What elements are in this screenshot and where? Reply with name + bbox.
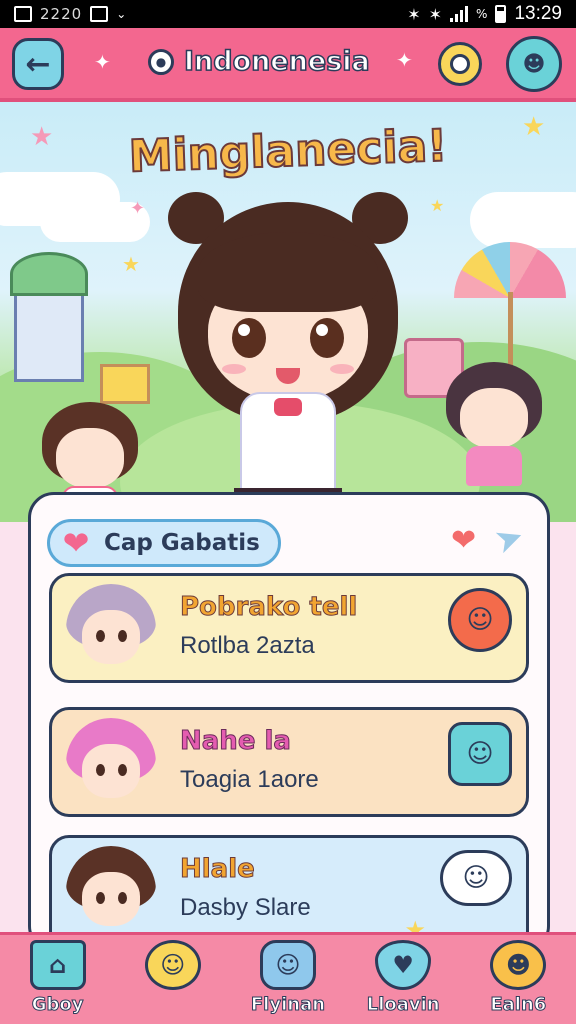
list-item[interactable]: Nahe la Toagia 1aore ☺ <box>49 707 529 817</box>
nav-label: Flyinan <box>250 993 326 1015</box>
eye <box>310 318 344 358</box>
card-name: Pobrako tell <box>179 592 358 623</box>
eye <box>96 764 105 776</box>
title-group: ● Indonenesia <box>148 45 371 78</box>
bear-icon: ☻ <box>490 939 547 990</box>
section-header[interactable]: ❤ Cap Gabatis <box>47 519 281 567</box>
smiley-face-icon: ☻ <box>522 51 546 77</box>
avatar <box>66 584 156 674</box>
mouth <box>276 368 300 384</box>
bottom-nav: ⌂ Gboy ☺ ☺ Flyinan ♥ Lloavin ☻ Ealn6 <box>0 932 576 1024</box>
bangs <box>198 232 378 312</box>
character-face <box>82 872 140 926</box>
nav-label: Ealn6 <box>490 993 547 1015</box>
character-face <box>82 610 140 664</box>
location-icon: ● <box>148 48 174 75</box>
nav-item-favorites[interactable]: ♥ Lloavin <box>353 936 453 1024</box>
hero-title: Minglanecia! <box>127 119 449 183</box>
card-name: Hlale <box>180 854 256 885</box>
search-button[interactable] <box>438 42 482 86</box>
castle-tower <box>14 282 84 382</box>
star-icon: ★ <box>430 196 445 215</box>
section-title: Cap Gabatis <box>104 530 260 556</box>
content-panel: ❤ Cap Gabatis ❤ ➤ Pobrako tell Rotlba 2a… <box>28 492 550 952</box>
eye <box>96 630 105 642</box>
avatar <box>66 846 156 936</box>
status-right: ✶ ✶ % 13:29 <box>407 3 562 25</box>
character-face <box>82 744 140 798</box>
heart-icon: ❤ <box>62 524 90 562</box>
blush <box>222 364 246 374</box>
hero-banner: ★ ★ ★ ✦ ★ Minglanecia! <box>0 102 576 522</box>
character-face <box>460 388 528 448</box>
eye <box>118 764 127 776</box>
list-item[interactable]: Pobrako tell Rotlba 2azta ☺ <box>49 573 529 683</box>
percent-icon: % <box>476 7 488 21</box>
battery-icon <box>495 5 507 23</box>
back-button[interactable]: ← <box>12 38 64 90</box>
eye <box>118 892 127 904</box>
avatar <box>66 718 156 808</box>
chat-icon: ☺ <box>259 939 316 990</box>
page-title: Indonenesia <box>183 45 370 78</box>
star-icon: ★ <box>30 122 54 152</box>
clock: 13:29 <box>514 3 562 24</box>
gazebo <box>100 364 150 404</box>
status-text: 2220 <box>40 5 83 23</box>
heart-icon: ❤ <box>451 523 477 558</box>
cloud <box>470 192 576 248</box>
eye <box>118 630 127 642</box>
character-body <box>466 446 522 486</box>
arrow-left-icon: ← <box>25 46 51 82</box>
sparkle-icon-2: ✦ <box>396 48 413 72</box>
signal-icon <box>450 6 469 22</box>
blush <box>330 364 354 374</box>
bluetooth-icon-2: ✶ <box>428 4 443 24</box>
side-character-right <box>446 362 542 486</box>
gallery-icon <box>14 6 32 22</box>
search-icon <box>450 54 470 74</box>
star-icon: ✦ <box>130 198 146 219</box>
castle-roof <box>10 252 88 296</box>
card-subtitle: Toagia 1aore <box>180 766 319 793</box>
star-icon: ★ <box>122 252 140 276</box>
nav-label: Lloavin <box>366 993 440 1015</box>
paper-plane-icon: ➤ <box>489 515 530 563</box>
chat-bubble-icon: ☺ <box>448 722 512 786</box>
card-name: Nahe la <box>180 726 292 757</box>
bluetooth-icon: ✶ <box>407 4 421 24</box>
friends-icon: ☺ <box>144 939 201 990</box>
profile-button[interactable]: ☻ <box>506 36 562 92</box>
heart-icon: ♥ <box>375 939 432 990</box>
status-bar: 2220 ⌄ ✶ ✶ % 13:29 <box>0 0 576 28</box>
eye <box>232 318 266 358</box>
cloud-face-icon: ☺ <box>440 850 512 906</box>
nav-item-home[interactable]: ⌂ Gboy <box>8 936 108 1024</box>
card-subtitle: Rotlba 2azta <box>180 632 315 659</box>
tomato-face-icon: ☺ <box>448 588 512 652</box>
chevron-down-icon: ⌄ <box>116 7 127 21</box>
app-header: ← ✦ ● Indonenesia ✦ ☻ <box>0 28 576 102</box>
notification-icon <box>90 6 109 22</box>
ribbon-bow <box>274 398 302 416</box>
character-face <box>56 428 124 488</box>
nav-item-events[interactable]: ☻ Ealn6 <box>468 936 568 1024</box>
umbrella <box>454 242 566 298</box>
nav-item-friends[interactable]: ☺ <box>123 936 223 1024</box>
star-icon: ★ <box>522 112 546 142</box>
sparkle-icon: ✦ <box>94 50 111 74</box>
card-subtitle: Dasby Slare <box>180 894 311 921</box>
status-left: 2220 ⌄ <box>14 5 126 23</box>
eye <box>96 892 105 904</box>
nav-label: Gboy <box>31 993 84 1015</box>
nav-item-chat[interactable]: ☺ Flyinan <box>238 936 338 1024</box>
main-character <box>168 192 408 522</box>
home-icon: ⌂ <box>29 939 86 990</box>
